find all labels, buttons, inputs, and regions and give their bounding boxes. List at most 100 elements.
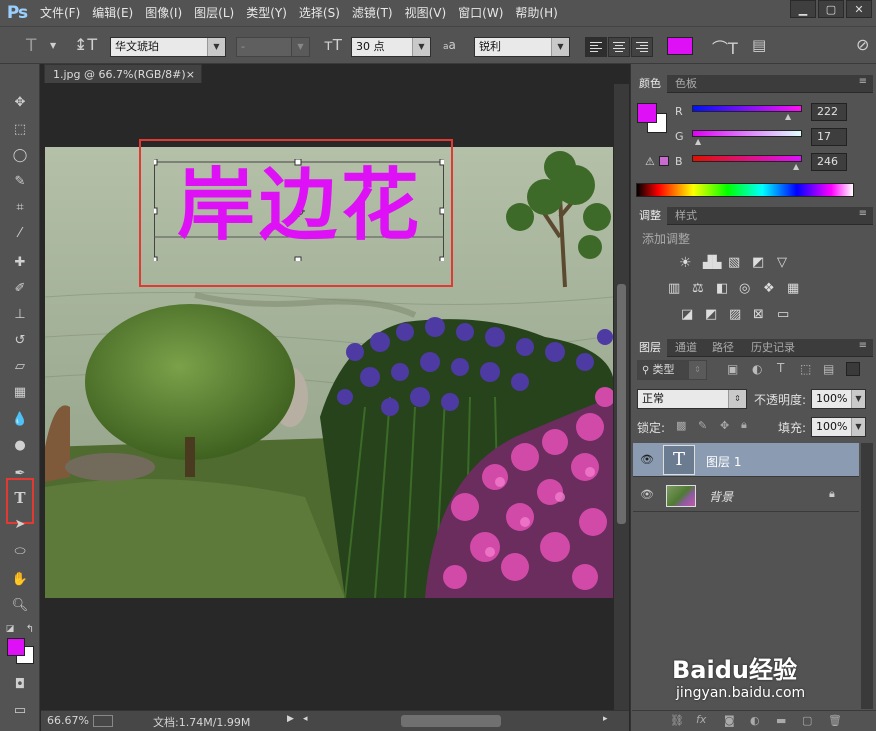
fx-icon[interactable]: fx (696, 713, 706, 726)
vertical-scrollbar[interactable] (614, 84, 629, 710)
channel-mixer-icon[interactable]: ❖ (763, 281, 775, 296)
antialias-select[interactable]: 锐利 ▼ (474, 37, 570, 57)
visibility-eye-icon[interactable]: 👁︎ (640, 488, 654, 501)
zoom-tool-icon[interactable]: 🔍︎ (9, 595, 31, 615)
vibrance-icon[interactable]: ▽ (777, 255, 787, 270)
text-tool-preset-icon[interactable]: T (26, 36, 36, 56)
healing-brush-tool-icon[interactable]: ✚ (9, 252, 31, 272)
align-left-button[interactable] (585, 37, 607, 57)
eraser-tool-icon[interactable]: ▱ (9, 356, 31, 376)
panel-menu-icon[interactable]: ≡ (859, 340, 867, 351)
menu-filter[interactable]: 滤镜(T) (346, 0, 399, 26)
blue-value[interactable]: 246 (811, 153, 847, 171)
brightness-contrast-icon[interactable]: ☀ (679, 255, 692, 271)
font-style-select[interactable]: - ▼ (236, 37, 310, 57)
new-group-icon[interactable]: ▬ (776, 714, 786, 727)
black-white-icon[interactable]: ◧ (716, 281, 728, 296)
new-layer-icon[interactable]: ▢ (802, 714, 812, 727)
zoom-level[interactable]: 66.67% (47, 714, 89, 727)
menu-edit[interactable]: 编辑(E) (86, 0, 139, 26)
opacity-input[interactable]: 100% ▼ (811, 389, 866, 409)
filter-adjustment-icon[interactable]: ◐ (752, 362, 762, 376)
menu-window[interactable]: 窗口(W) (452, 0, 509, 26)
dodge-tool-icon[interactable]: ● (9, 435, 31, 455)
scroll-left-icon[interactable]: ◂ (303, 714, 308, 724)
menu-layer[interactable]: 图层(L) (188, 0, 240, 26)
filter-pixel-icon[interactable]: ▣ (727, 362, 738, 376)
warp-text-icon[interactable]: ⌒T (712, 35, 738, 59)
align-right-button[interactable] (631, 37, 653, 57)
menu-type[interactable]: 类型(Y) (240, 0, 293, 26)
move-tool-icon[interactable]: ✥ (9, 92, 31, 112)
play-icon[interactable]: ▶ (287, 714, 294, 724)
gradient-tool-icon[interactable]: ▦ (9, 382, 31, 402)
red-slider-thumb[interactable]: ▲ (785, 112, 791, 121)
text-color-swatch[interactable] (667, 37, 693, 55)
green-value[interactable]: 17 (811, 128, 847, 146)
ellipse-tool-icon[interactable]: ⬭ (9, 541, 31, 561)
tab-paths[interactable]: 路径 (706, 339, 740, 357)
exposure-icon[interactable]: ◩ (752, 255, 764, 270)
clone-stamp-tool-icon[interactable]: ⊥ (9, 304, 31, 324)
tab-layers[interactable]: 图层 (633, 339, 667, 357)
layer-name[interactable]: 图层 1 (706, 453, 741, 470)
quick-mask-icon[interactable]: ◘ (9, 674, 31, 694)
marquee-tool-icon[interactable]: ⬚ (9, 119, 31, 139)
threshold-icon[interactable]: ▨ (729, 307, 741, 322)
visibility-eye-icon[interactable]: 👁︎ (640, 453, 654, 466)
tab-adjustments[interactable]: 调整 (633, 207, 667, 225)
menu-select[interactable]: 选择(S) (293, 0, 346, 26)
align-center-button[interactable] (608, 37, 630, 57)
scroll-right-icon[interactable]: ▸ (603, 714, 608, 724)
document-tab[interactable]: 1.jpg @ 66.7%(RGB/8#) × (44, 64, 202, 83)
menu-help[interactable]: 帮助(H) (509, 0, 563, 26)
font-size-select[interactable]: 30 点 ▼ (351, 37, 431, 57)
posterize-icon[interactable]: ◩ (705, 307, 717, 322)
lock-position-icon[interactable]: ✥ (720, 419, 729, 432)
eyedropper-tool-icon[interactable]: ⁄ (9, 223, 31, 243)
color-spectrum-bar[interactable] (636, 183, 854, 197)
font-family-select[interactable]: 华文琥珀 ▼ (110, 37, 226, 57)
gamut-color-swatch[interactable] (659, 156, 669, 166)
hue-saturation-icon[interactable]: ▥ (668, 281, 680, 296)
horizontal-scrollbar-thumb[interactable] (401, 715, 501, 727)
swap-colors-icon[interactable]: ↰ (24, 619, 36, 639)
foreground-color-swatch[interactable] (7, 638, 25, 656)
tab-styles[interactable]: 样式 (669, 207, 703, 225)
blur-tool-icon[interactable]: 💧 (9, 409, 31, 429)
panel-menu-icon[interactable]: ≡ (859, 208, 867, 219)
add-mask-icon[interactable]: ◙ (724, 714, 735, 727)
tab-swatches[interactable]: 色板 (669, 75, 703, 93)
brush-tool-icon[interactable]: ✐ (9, 278, 31, 298)
blue-slider-thumb[interactable]: ▲ (793, 162, 799, 171)
gradient-map-icon[interactable]: ⊠ (753, 307, 764, 322)
lasso-tool-icon[interactable]: ◯ (9, 145, 31, 165)
lock-pixels-icon[interactable]: ✎ (698, 419, 707, 432)
fill-input[interactable]: 100% ▼ (811, 417, 866, 437)
quick-select-tool-icon[interactable]: ✎ (9, 171, 31, 191)
cancel-icon[interactable]: ⊘ (856, 35, 869, 54)
panel-menu-icon[interactable]: ≡ (859, 76, 867, 87)
maximize-button[interactable]: ▢ (818, 0, 844, 18)
menu-file[interactable]: 文件(F) (34, 0, 86, 26)
character-panel-icon[interactable]: ▤ (752, 36, 766, 54)
close-button[interactable]: ✕ (846, 0, 872, 18)
filter-toggle[interactable] (846, 362, 860, 376)
history-brush-tool-icon[interactable]: ↺ (9, 330, 31, 350)
chevron-down-icon[interactable]: ▼ (50, 41, 56, 50)
layer-filter-select[interactable]: ⚲ 类型 ⇕ (637, 360, 707, 380)
path-selection-tool-icon[interactable]: ➤ (9, 514, 31, 534)
levels-icon[interactable]: ▟▙ (703, 255, 721, 269)
photo-filter-icon[interactable]: ◎ (739, 281, 750, 296)
link-layers-icon[interactable]: ⛓ (670, 714, 684, 727)
filter-smart-object-icon[interactable]: ▤ (823, 362, 834, 376)
lock-all-icon[interactable]: 🔒︎ (741, 418, 747, 432)
hand-tool-icon[interactable]: ✋ (9, 569, 31, 589)
minimize-button[interactable]: ▁ (790, 0, 816, 18)
blend-mode-select[interactable]: 正常 ⇕ (637, 389, 747, 409)
new-adjustment-icon[interactable]: ◐ (750, 714, 760, 727)
out-of-gamut-warning-icon[interactable]: ⚠ (645, 155, 655, 168)
close-icon[interactable]: × (186, 65, 195, 84)
text-orientation-icon[interactable]: ↨T (74, 35, 97, 54)
tab-color[interactable]: 颜色 (633, 75, 667, 93)
